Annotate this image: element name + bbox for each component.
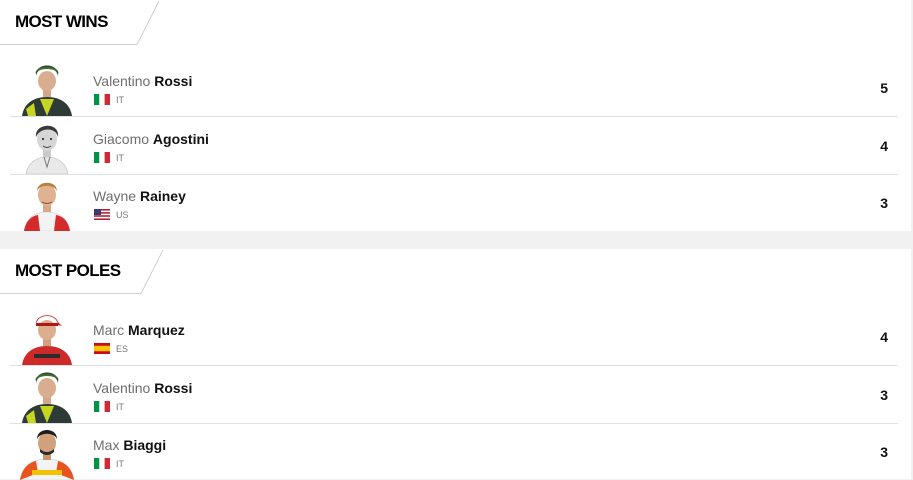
rider-country: IT	[94, 401, 124, 412]
rider-country: IT	[94, 458, 124, 469]
rider-avatar	[20, 430, 74, 480]
country-code: IT	[116, 152, 124, 163]
rider-first-name: Wayne	[93, 188, 137, 204]
rider-first-name: Marc	[93, 322, 125, 338]
rider-row[interactable]: Max Biaggi IT 3	[10, 423, 898, 480]
italy-flag-icon	[94, 94, 110, 105]
rider-name: Marc Marquez	[93, 322, 185, 338]
rider-last-name: Marquez	[128, 322, 185, 338]
rider-row[interactable]: Valentino Rossi IT 5	[10, 59, 898, 117]
rider-row[interactable]: Giacomo Agostini IT 4	[10, 117, 898, 175]
rider-last-name: Agostini	[152, 131, 209, 147]
rider-name: Valentino Rossi	[93, 73, 192, 89]
win-count: 5	[880, 80, 888, 96]
rider-name: Wayne Rainey	[93, 188, 186, 204]
pole-count: 3	[880, 444, 888, 460]
most-wins-section: MOST WINS Valentino Rossi IT 5 Giacomo A…	[0, 0, 911, 231]
country-code: ES	[116, 343, 129, 354]
rider-country: IT	[94, 94, 124, 105]
country-code: IT	[116, 401, 124, 412]
rider-avatar	[23, 182, 71, 231]
italy-flag-icon	[94, 458, 110, 469]
rider-avatar	[22, 65, 72, 116]
rider-avatar	[25, 125, 69, 174]
rider-last-name: Biaggi	[123, 437, 167, 453]
rider-country: ES	[94, 343, 128, 354]
italy-flag-icon	[94, 401, 110, 412]
rider-first-name: Valentino	[93, 73, 151, 89]
usa-flag-icon	[94, 209, 110, 220]
rider-row[interactable]: Wayne Rainey US 3	[10, 174, 898, 231]
rider-row[interactable]: Marc Marquez ES 4	[10, 308, 898, 366]
pole-count: 3	[880, 387, 888, 403]
rider-last-name: Rainey	[139, 188, 186, 204]
most-wins-title: MOST WINS	[15, 12, 108, 31]
rider-first-name: Valentino	[93, 380, 151, 396]
country-code: IT	[116, 458, 124, 469]
rider-avatar	[22, 315, 72, 365]
rider-country: US	[94, 209, 129, 220]
rider-avatar	[22, 372, 72, 423]
win-count: 4	[880, 138, 888, 154]
rider-name: Valentino Rossi	[93, 380, 192, 396]
most-wins-header: MOST WINS	[0, 0, 911, 45]
rider-row[interactable]: Valentino Rossi IT 3	[10, 366, 898, 424]
italy-flag-icon	[94, 152, 110, 163]
rider-last-name: Rossi	[154, 380, 193, 396]
country-code: IT	[116, 94, 124, 105]
rider-country: IT	[94, 152, 124, 163]
win-count: 3	[880, 195, 888, 211]
rider-last-name: Rossi	[154, 73, 193, 89]
most-poles-header: MOST POLES	[0, 249, 911, 294]
most-poles-section: MOST POLES Marc Marquez ES 4 Valentino R…	[0, 249, 911, 480]
rider-first-name: Giacomo	[93, 131, 150, 147]
rider-name: Max Biaggi	[93, 437, 166, 453]
spain-flag-icon	[94, 343, 110, 354]
country-code: US	[116, 209, 129, 220]
pole-count: 4	[880, 329, 888, 345]
rider-name: Giacomo Agostini	[93, 131, 209, 147]
most-poles-title: MOST POLES	[15, 261, 121, 280]
rider-first-name: Max	[93, 437, 120, 453]
